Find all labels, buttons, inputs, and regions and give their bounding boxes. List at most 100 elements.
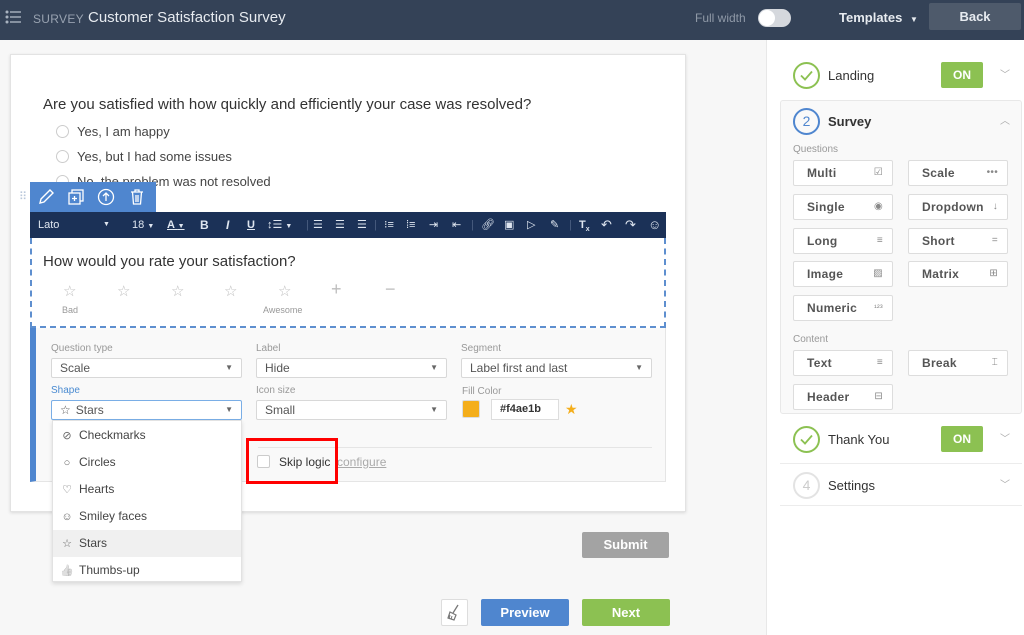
- dropdown-option-hearts[interactable]: ♡ Hearts: [53, 476, 241, 503]
- format-brush-icon[interactable]: ✎: [550, 218, 559, 232]
- clear-button[interactable]: [441, 599, 468, 626]
- header-icon: ⊟: [874, 391, 883, 402]
- question-1-text[interactable]: Are you satisfied with how quickly and e…: [43, 96, 531, 113]
- option-radio[interactable]: Yes, I am happy: [56, 124, 170, 139]
- shape-select[interactable]: ☆ Stars ▼: [51, 400, 242, 420]
- add-long-button[interactable]: Long ≡: [793, 228, 893, 254]
- align-left-icon[interactable]: ☰: [313, 218, 323, 232]
- add-scale-button[interactable]: Scale •••: [908, 160, 1008, 186]
- list-menu-icon[interactable]: [5, 9, 21, 25]
- dropdown-option-circles[interactable]: ○ Circles: [53, 449, 241, 476]
- undo-icon[interactable]: ↶: [601, 218, 612, 232]
- outdent-icon[interactable]: ⇤: [452, 218, 461, 232]
- clear-format-icon[interactable]: Tx: [579, 218, 590, 233]
- indent-icon[interactable]: ⇥: [429, 218, 438, 232]
- templates-menu[interactable]: Templates ▼: [839, 10, 918, 25]
- button-label: Image: [807, 267, 844, 281]
- video-icon[interactable]: ▷: [527, 218, 535, 232]
- dropdown-option-stars[interactable]: ☆ Stars: [53, 530, 241, 557]
- add-short-button[interactable]: Short =: [908, 228, 1008, 254]
- delete-icon[interactable]: [128, 188, 146, 206]
- landing-on-badge[interactable]: ON: [941, 62, 983, 88]
- label-select[interactable]: Hide ▼: [256, 358, 447, 378]
- font-family-select[interactable]: Lato: [38, 218, 59, 232]
- add-text-button[interactable]: Text ≡: [793, 350, 893, 376]
- font-color-icon[interactable]: A ▼: [167, 218, 185, 232]
- emoji-icon[interactable]: ☺: [648, 218, 661, 232]
- fill-color-input[interactable]: #f4ae1b: [491, 399, 559, 420]
- star-icon[interactable]: ☆: [224, 282, 237, 300]
- button-label: Scale: [922, 166, 955, 180]
- segment-select[interactable]: Label first and last ▼: [461, 358, 652, 378]
- dropdown-option-smiley-faces[interactable]: ☺ Smiley faces: [53, 503, 241, 530]
- add-scale-icon[interactable]: +: [331, 279, 342, 300]
- fill-color-swatch[interactable]: [462, 400, 480, 418]
- font-size-select[interactable]: 18 ▼: [132, 218, 154, 232]
- underline-icon[interactable]: U: [247, 218, 255, 232]
- thank-you-on-badge[interactable]: ON: [941, 426, 983, 452]
- option-label: Yes, but I had some issues: [77, 149, 232, 164]
- icon-size-select[interactable]: Small ▼: [256, 400, 447, 420]
- star-icon[interactable]: ☆: [171, 282, 184, 300]
- dropdown-option-checkmarks[interactable]: ⊘ Checkmarks: [53, 422, 241, 449]
- submit-button[interactable]: Submit: [582, 532, 669, 558]
- align-center-icon[interactable]: ☰: [335, 218, 345, 232]
- line-height-icon[interactable]: ↕☰ ▼: [267, 218, 292, 232]
- edit-icon[interactable]: [37, 188, 55, 206]
- add-single-button[interactable]: Single ◉: [793, 194, 893, 220]
- caret-down-icon: ▼: [909, 15, 918, 24]
- numbered-list-icon[interactable]: ⁞≡: [406, 218, 415, 232]
- add-numeric-button[interactable]: Numeric ¹²³: [793, 295, 893, 321]
- chevron-down-icon[interactable]: ﹀: [1000, 66, 1010, 81]
- full-width-toggle[interactable]: [758, 9, 791, 27]
- bold-icon[interactable]: B: [200, 218, 209, 232]
- font-family-caret-icon[interactable]: ▼: [103, 218, 110, 232]
- caret-down-icon: ▼: [225, 405, 233, 414]
- add-image-button[interactable]: Image ▨: [793, 261, 893, 287]
- link-icon[interactable]: 🔗︎: [481, 218, 495, 232]
- radio-icon: [56, 125, 69, 138]
- star-icon[interactable]: ☆: [63, 282, 76, 300]
- next-button[interactable]: Next: [582, 599, 670, 626]
- add-multi-button[interactable]: Multi ☑: [793, 160, 893, 186]
- star-icon[interactable]: ☆: [278, 282, 291, 300]
- dropdown-option-thumbs-up[interactable]: 👍 Thumbs-up: [53, 557, 241, 584]
- redo-icon[interactable]: ↷: [625, 218, 636, 232]
- configure-link[interactable]: configure: [337, 455, 386, 469]
- smiley-icon: ☺: [61, 511, 73, 523]
- image-icon[interactable]: ▣: [504, 218, 514, 232]
- back-button[interactable]: Back: [929, 3, 1021, 30]
- chevron-down-icon[interactable]: ﹀: [1000, 430, 1010, 445]
- chevron-up-icon[interactable]: ︿: [1000, 112, 1010, 127]
- step-thank-you[interactable]: Thank You ON ﹀: [780, 420, 1020, 466]
- align-right-icon[interactable]: ☰: [357, 218, 367, 232]
- shape-value: Stars: [75, 403, 104, 417]
- option-label: Checkmarks: [79, 428, 146, 442]
- check-circle-icon: [793, 426, 820, 453]
- preview-button[interactable]: Preview: [481, 599, 569, 626]
- star-icon[interactable]: ☆: [117, 282, 130, 300]
- numeric-icon: ¹²³: [874, 303, 883, 312]
- drag-handle-icon[interactable]: ⠿: [19, 190, 27, 203]
- bullet-list-icon[interactable]: ⁝≡: [384, 218, 394, 232]
- move-up-icon[interactable]: [97, 188, 115, 206]
- top-bar: SURVEY Customer Satisfaction Survey Full…: [0, 0, 1024, 40]
- button-label: Text: [807, 356, 832, 370]
- step-name: Thank You: [828, 432, 890, 447]
- radio-icon: ◉: [873, 201, 883, 212]
- step-landing[interactable]: Landing ON ﹀: [780, 56, 1020, 102]
- add-dropdown-button[interactable]: Dropdown ↓: [908, 194, 1008, 220]
- duplicate-icon[interactable]: [67, 188, 85, 206]
- italic-icon[interactable]: I: [226, 218, 229, 232]
- step-survey[interactable]: 2 Survey ︿: [780, 102, 1020, 148]
- add-break-button[interactable]: Break ⌶: [908, 350, 1008, 376]
- shape-label: Shape: [51, 385, 80, 396]
- add-matrix-button[interactable]: Matrix ⊞: [908, 261, 1008, 287]
- add-header-button[interactable]: Header ⊟: [793, 384, 893, 410]
- option-radio[interactable]: Yes, but I had some issues: [56, 149, 232, 164]
- remove-scale-icon[interactable]: −: [385, 279, 396, 300]
- chevron-down-icon[interactable]: ﹀: [1000, 476, 1010, 491]
- grid-icon: ⊞: [989, 268, 998, 279]
- question-2-text[interactable]: How would you rate your satisfaction?: [43, 253, 296, 270]
- question-type-select[interactable]: Scale ▼: [51, 358, 242, 378]
